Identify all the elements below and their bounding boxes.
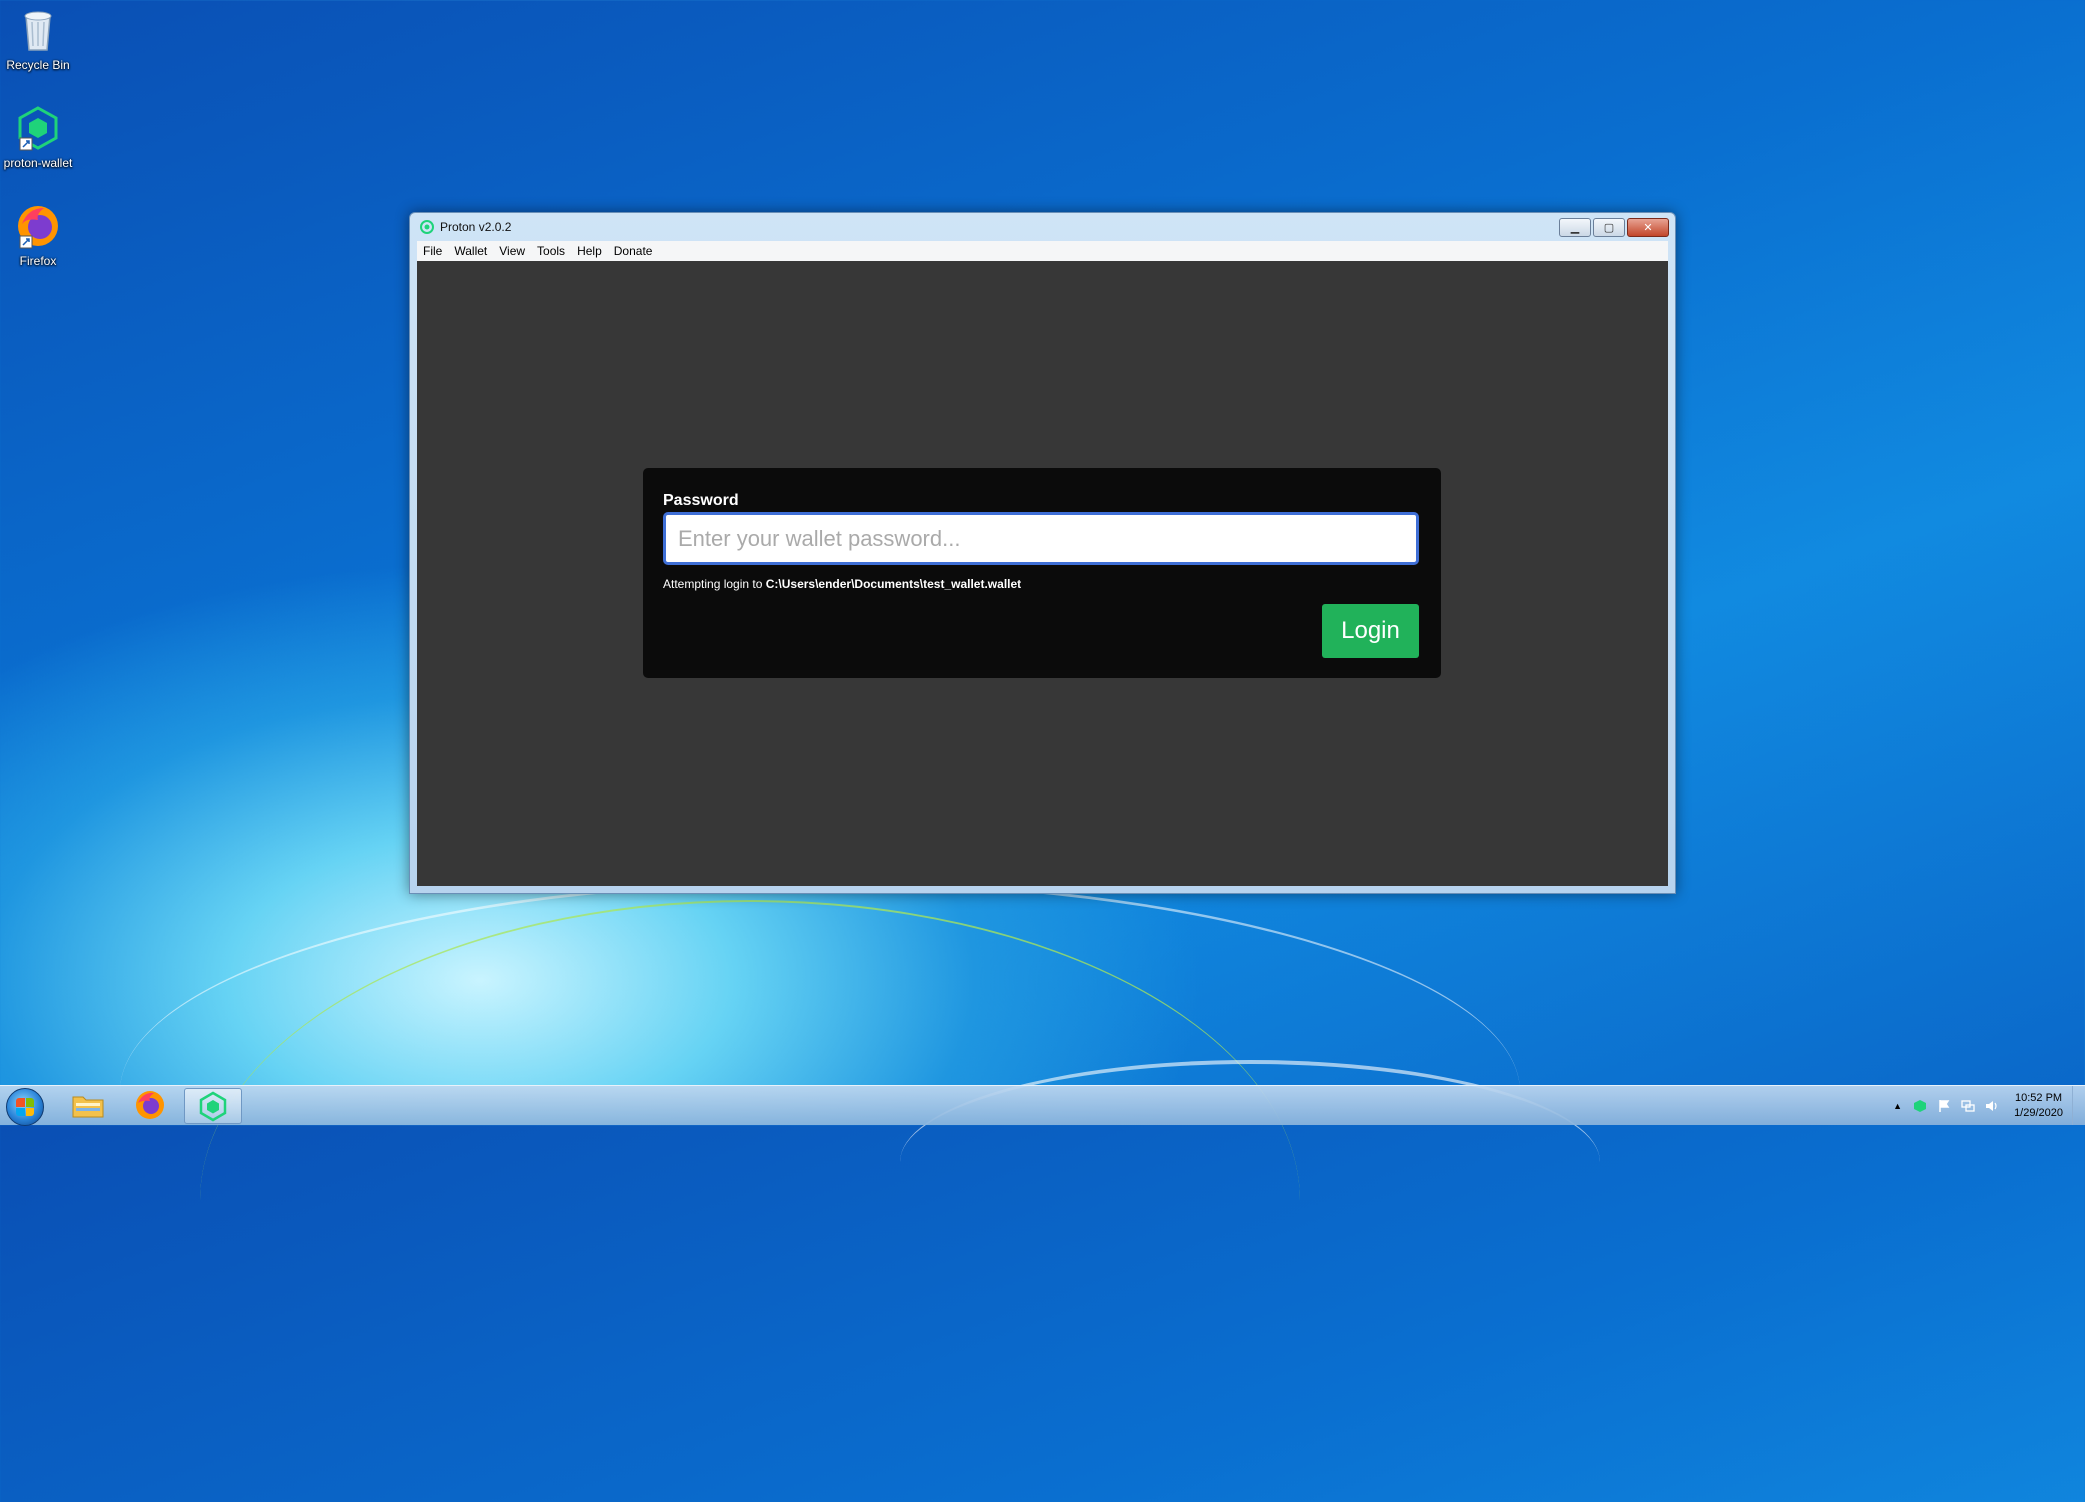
- clock-date: 1/29/2020: [2014, 1106, 2063, 1119]
- taskbar: ▲ 10:52 PM 1/29/2020: [0, 1085, 2085, 1126]
- window-title: Proton v2.0.2: [440, 220, 512, 234]
- proton-wallet-icon: [199, 1091, 227, 1122]
- menu-tools[interactable]: Tools: [531, 244, 571, 258]
- taskbar-proton-wallet[interactable]: [184, 1088, 242, 1124]
- desktop-icon-recycle-bin[interactable]: Recycle Bin: [0, 6, 76, 72]
- menu-donate[interactable]: Donate: [608, 244, 659, 258]
- taskbar-clock[interactable]: 10:52 PM 1/29/2020: [2014, 1091, 2063, 1121]
- menu-file[interactable]: File: [417, 244, 448, 258]
- windows-logo-icon: [16, 1098, 34, 1116]
- proton-wallet-app-icon: [14, 104, 62, 152]
- desktop-icon-firefox[interactable]: Firefox: [0, 202, 76, 268]
- volume-icon[interactable]: [1985, 1099, 1999, 1113]
- proton-logo-icon: [420, 220, 434, 234]
- clock-time: 10:52 PM: [2014, 1091, 2063, 1104]
- firefox-icon: [136, 1091, 164, 1119]
- desktop-icon-proton-wallet[interactable]: proton-wallet: [0, 104, 76, 170]
- folder-icon: [72, 1096, 104, 1118]
- desktop-icon-label: Firefox: [19, 254, 57, 268]
- menu-bar: File Wallet View Tools Help Donate: [417, 241, 1668, 261]
- recycle-bin-icon: [14, 6, 62, 54]
- menu-view[interactable]: View: [493, 244, 531, 258]
- login-hint: Attempting login to C:\Users\ender\Docum…: [663, 577, 1021, 591]
- taskbar-explorer[interactable]: [60, 1088, 116, 1122]
- show-desktop-button[interactable]: [2072, 1086, 2085, 1125]
- desktop-icon-label: Recycle Bin: [6, 58, 70, 72]
- wallet-path: C:\Users\ender\Documents\test_wallet.wal…: [765, 577, 1022, 591]
- login-panel: Password Attempting login to C:\Users\en…: [643, 468, 1441, 678]
- login-button[interactable]: Login: [1322, 604, 1419, 658]
- menu-wallet[interactable]: Wallet: [448, 244, 493, 258]
- firefox-icon: [14, 202, 62, 250]
- minimize-button[interactable]: ▁: [1559, 218, 1591, 237]
- start-button[interactable]: [6, 1088, 44, 1126]
- window-titlebar[interactable]: Proton v2.0.2: [410, 213, 1675, 241]
- menu-help[interactable]: Help: [571, 244, 608, 258]
- tray-expand-icon[interactable]: ▲: [1893, 1101, 1902, 1111]
- close-button[interactable]: ✕: [1627, 218, 1669, 237]
- taskbar-firefox[interactable]: [122, 1088, 178, 1122]
- password-input[interactable]: [663, 512, 1419, 565]
- wallpaper-swoosh-green: [200, 900, 1300, 1502]
- login-hint-prefix: Attempting login to: [663, 577, 766, 591]
- network-icon[interactable]: [1961, 1099, 1975, 1113]
- desktop-icon-label: proton-wallet: [3, 156, 73, 170]
- system-tray: ▲ 10:52 PM 1/29/2020: [1893, 1086, 2085, 1125]
- password-label: Password: [663, 492, 739, 509]
- window-client-area: Password Attempting login to C:\Users\en…: [417, 261, 1668, 886]
- tray-proton-icon[interactable]: [1913, 1099, 1927, 1113]
- action-center-flag-icon[interactable]: [1937, 1099, 1951, 1113]
- maximize-button[interactable]: ▢: [1593, 218, 1625, 237]
- proton-window: Proton v2.0.2 ▁ ▢ ✕ File Wallet View Too…: [409, 212, 1676, 894]
